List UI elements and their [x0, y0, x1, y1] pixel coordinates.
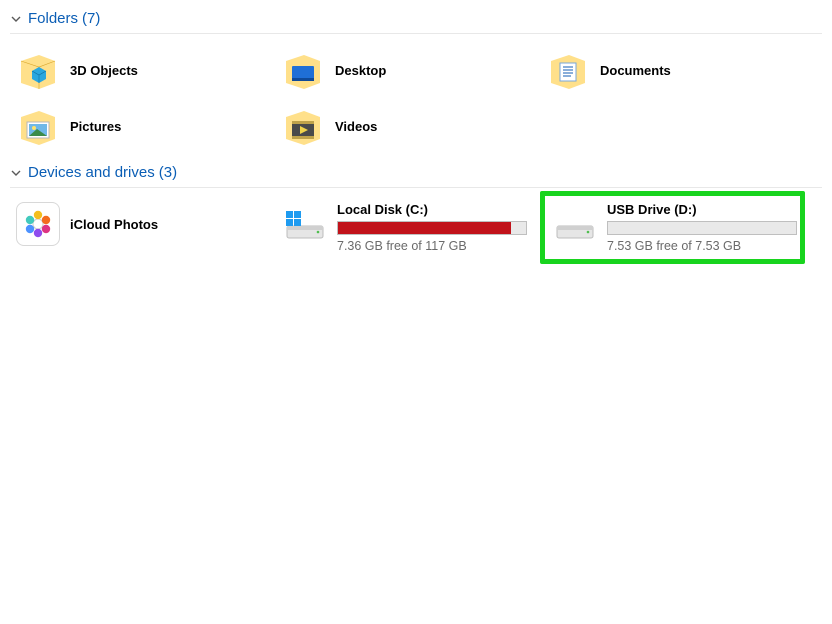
folder-label: 3D Objects	[70, 63, 138, 78]
folder-label: Documents	[600, 63, 671, 78]
drive-name: Local Disk (C:)	[337, 202, 532, 217]
videos-icon	[281, 104, 325, 148]
folder-videos[interactable]: Videos	[275, 98, 540, 154]
folders-title: Folders	[28, 10, 78, 27]
folder-desktop[interactable]: Desktop	[275, 42, 540, 98]
drive-capacity-bar	[337, 221, 527, 235]
pictures-icon	[16, 104, 60, 148]
drive-subtext: 7.53 GB free of 7.53 GB	[607, 239, 797, 253]
drive-usb-d[interactable]: USB Drive (D:) 7.53 GB free of 7.53 GB	[540, 191, 805, 264]
folder-3d-objects[interactable]: 3D Objects	[10, 42, 275, 98]
folder-label: Desktop	[335, 63, 386, 78]
usb-drive-icon	[553, 202, 597, 246]
folder-pictures[interactable]: Pictures	[10, 98, 275, 154]
desktop-icon	[281, 48, 325, 92]
drive-name: USB Drive (D:)	[607, 202, 797, 217]
drive-icloud-photos[interactable]: iCloud Photos	[10, 196, 275, 252]
local-disk-icon	[283, 202, 327, 246]
drive-local-disk-c[interactable]: Local Disk (C:) 7.36 GB free of 117 GB	[275, 196, 540, 264]
folders-grid: 3D Objects Desktop	[10, 34, 822, 154]
folder-label: Videos	[335, 119, 377, 134]
drives-header[interactable]: Devices and drives (3)	[10, 160, 822, 188]
documents-icon	[546, 48, 590, 92]
drives-title: Devices and drives	[28, 164, 155, 181]
3d-objects-icon	[16, 48, 60, 92]
chevron-down-icon	[10, 167, 22, 179]
drive-label: iCloud Photos	[70, 217, 158, 232]
icloud-photos-icon	[16, 202, 60, 246]
drive-subtext: 7.36 GB free of 117 GB	[337, 239, 532, 253]
drive-info: USB Drive (D:) 7.53 GB free of 7.53 GB	[607, 202, 797, 253]
folder-documents[interactable]: Documents	[540, 42, 805, 98]
folders-count: (7)	[82, 10, 100, 27]
folders-section: Folders (7) 3D Objects	[0, 0, 832, 154]
drives-section: Devices and drives (3) iCloud Photos	[0, 154, 832, 264]
drive-info: Local Disk (C:) 7.36 GB free of 117 GB	[337, 202, 532, 253]
chevron-down-icon	[10, 13, 22, 25]
folder-label: Pictures	[70, 119, 121, 134]
drive-capacity-bar	[607, 221, 797, 235]
drive-capacity-fill	[338, 222, 511, 234]
drives-count: (3)	[159, 164, 177, 181]
folders-header[interactable]: Folders (7)	[10, 6, 822, 34]
drives-grid: iCloud Photos Local Disk (C:)	[10, 188, 822, 264]
